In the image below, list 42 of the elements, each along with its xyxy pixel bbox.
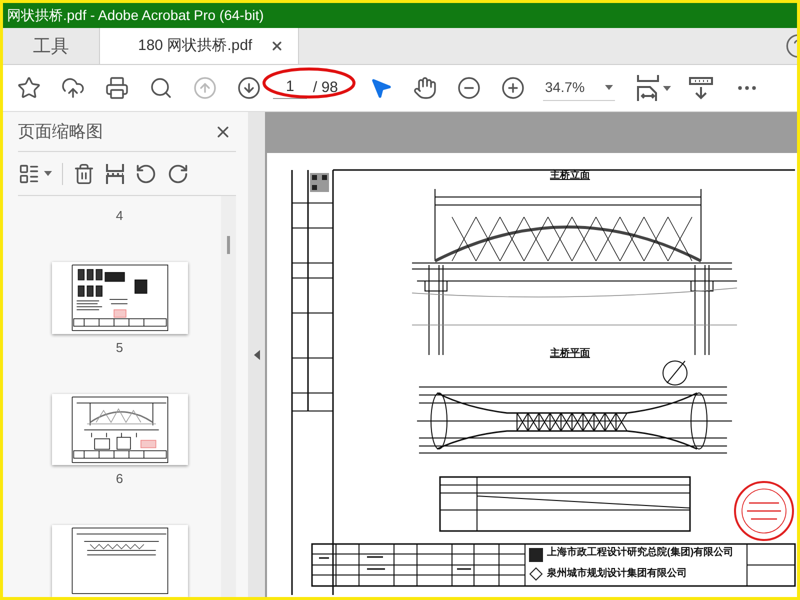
page-number-field[interactable]: 1 (273, 77, 307, 99)
print-icon[interactable] (105, 76, 129, 100)
star-icon[interactable] (17, 76, 41, 100)
split-page-icon[interactable] (105, 162, 125, 184)
close-icon[interactable] (270, 39, 284, 53)
search-icon[interactable] (149, 76, 173, 100)
page-thumbnail[interactable] (52, 394, 188, 466)
qr-code-icon (310, 173, 329, 192)
page-number: 6 (116, 471, 124, 488)
zoom-in-icon[interactable] (501, 76, 525, 100)
rotate-left-icon[interactable] (135, 162, 157, 184)
zoom-out-icon[interactable] (457, 76, 481, 100)
zoom-field[interactable]: 34.7% (543, 75, 615, 101)
page-number: 4 (116, 208, 124, 224)
scrollbar-thumb[interactable] (227, 236, 230, 254)
collapse-arrow-icon[interactable] (254, 350, 260, 360)
page-count: / 98 (313, 78, 338, 98)
pane-title: 页面缩略图 (18, 120, 103, 143)
hand-icon[interactable] (413, 76, 437, 100)
next-page-icon[interactable] (237, 76, 261, 100)
page-thumbnail[interactable] (52, 262, 188, 334)
options-icon[interactable] (18, 162, 40, 184)
page-thumbnail[interactable] (52, 525, 188, 597)
company-name: 上海市政工程设计研究总院(集团)有限公司 (547, 547, 734, 559)
scroll-mode-icon[interactable] (689, 76, 713, 100)
cloud-upload-icon[interactable] (61, 76, 85, 100)
tab[interactable]: 180 网状拱桥.pdf (99, 28, 300, 64)
tab[interactable]: 工具 (3, 28, 99, 64)
stamp-drawing (734, 481, 794, 541)
caret-icon[interactable] (662, 86, 670, 90)
rotate-right-icon[interactable] (167, 162, 189, 184)
pointer-icon[interactable] (369, 76, 393, 100)
fit-page-icon[interactable] (636, 74, 660, 102)
window-title: 网状拱桥.pdf - Adobe Acrobat Pro (64-bit) (7, 6, 264, 25)
company-name: 泉州城市规划设计集团有限公司 (547, 568, 687, 580)
caret-icon[interactable] (605, 85, 613, 90)
page-number: 5 (116, 340, 124, 356)
trash-icon[interactable] (73, 162, 95, 184)
drawing-title: 主桥平面 (550, 348, 590, 360)
logo-icon (529, 548, 543, 581)
scrollbar[interactable] (221, 196, 236, 597)
caret-icon[interactable] (44, 171, 52, 176)
